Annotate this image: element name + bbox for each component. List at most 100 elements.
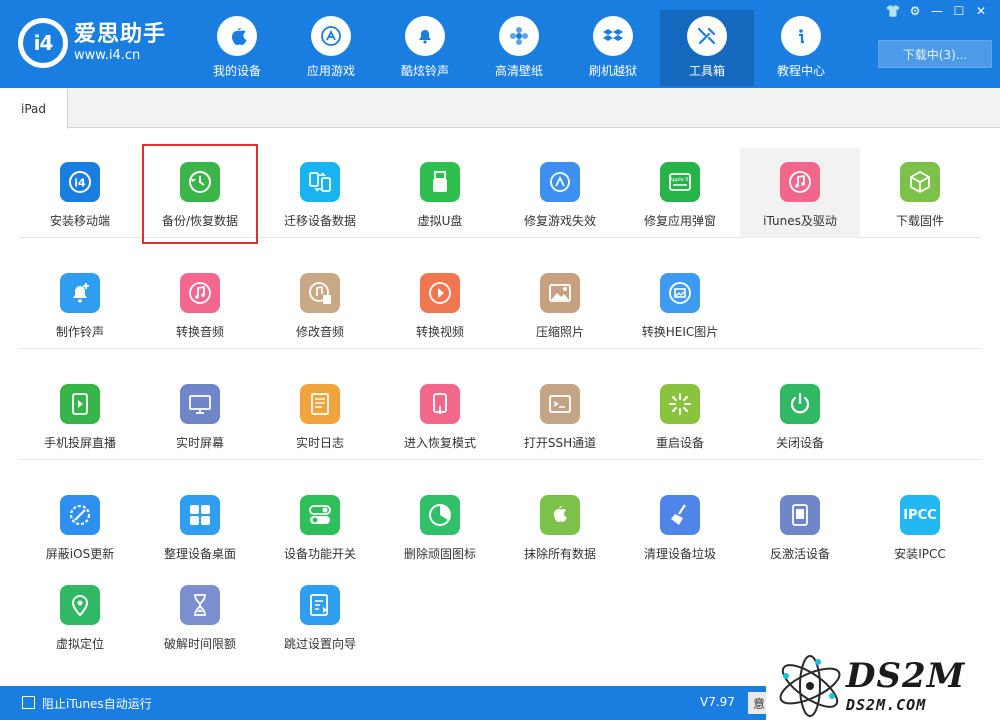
tool-hourglass-button[interactable]: 破解时间限额 [140,571,260,661]
tool-bell-plus-button[interactable]: 制作铃声 [20,259,140,349]
tool-backup-restore-button[interactable]: 备份/恢复数据 [140,144,260,244]
photo-icon [540,273,580,313]
tool-music-edit-button[interactable]: 修改音频 [260,259,380,349]
tool-label: 安装IPCC [894,547,946,561]
block-itunes-label[interactable]: 阻止iTunes自动运行 [42,695,152,712]
tool-label: 压缩照片 [535,325,584,339]
flower-icon [499,16,539,56]
nav-item-label: 教程中心 [776,64,825,78]
svg-text:i4: i4 [74,177,86,190]
tool-video-play-button[interactable]: 转换视频 [380,259,500,349]
tool-block-update-button[interactable]: 屏蔽iOS更新 [20,481,140,571]
tool-apple-erase-button[interactable]: 抹除所有数据 [500,481,620,571]
settings-icon[interactable]: ⚙ [904,2,926,20]
tool-i4-app-button[interactable]: i4 安装移动端 [20,148,140,238]
tool-label: 清理设备垃圾 [643,547,716,561]
restart-icon [660,384,700,424]
tool-repair-app-button[interactable]: 修复游戏失效 [500,148,620,238]
nav-item-label: 刷机越狱 [588,64,637,78]
app-url: www.i4.cn [74,48,141,63]
power-icon [780,384,820,424]
nav-item-3[interactable]: 高清壁纸 [472,10,566,86]
apple-erase-icon [540,495,580,535]
logo-badge-icon: i4 [18,18,68,68]
app-name: 爱思助手 [74,22,167,47]
tool-row: i4 安装移动端 备份/恢复数据 迁移设备数据 虚拟U盘 修复游戏失效 Apple ID 修复… [20,144,980,244]
tool-grid-button[interactable]: 整理设备桌面 [140,481,260,571]
ssh-terminal-icon [540,384,580,424]
tool-label: 跳过设置向导 [283,637,356,651]
tool-power-button[interactable]: 关闭设备 [740,370,860,460]
download-status-button[interactable]: 下载中(3)... [878,40,992,68]
tool-itunes-button[interactable]: iTunes及驱动 [740,148,860,238]
tool-location-pin-button[interactable]: 虚拟定位 [20,571,140,661]
watermark: DS2M DS2M.COM [766,652,1000,720]
tool-label: 进入恢复模式 [403,436,476,450]
skip-setup-icon [300,585,340,625]
tool-deactivate-button[interactable]: 反激活设备 [740,481,860,571]
tool-photo-button[interactable]: 压缩照片 [500,259,620,349]
atom-logo-icon [779,655,841,717]
tool-label: 设备功能开关 [283,547,356,561]
tools-icon [687,16,727,56]
tool-restart-button[interactable]: 重启设备 [620,370,740,460]
nav-item-0[interactable]: 我的设备 [190,10,284,86]
tool-monitor-button[interactable]: 实时屏幕 [140,370,260,460]
block-update-icon [60,495,100,535]
tool-label: 抹除所有数据 [523,547,596,561]
tab-ipad[interactable]: iPad [0,88,68,129]
tool-screen-cast-button[interactable]: 手机投屏直播 [20,370,140,460]
tool-music-button[interactable]: 转换音频 [140,259,260,349]
close-icon[interactable]: ✕ [970,2,992,20]
tool-label: 制作铃声 [55,325,104,339]
tool-skip-setup-button[interactable]: 跳过设置向导 [260,571,380,661]
tool-cube-button[interactable]: 下载固件 [860,148,980,238]
tool-heic-photo-button[interactable]: 转换HEIC图片 [620,259,740,349]
nav-item-4[interactable]: 刷机越狱 [566,10,660,86]
tool-label: 重启设备 [655,436,704,450]
skin-icon[interactable]: 👕 [882,2,904,20]
tool-row: 虚拟定位 破解时间限额 跳过设置向导 [20,571,980,661]
i4-app-icon: i4 [60,162,100,202]
tool-label: 实时日志 [295,436,344,450]
usb-drive-icon [420,162,460,202]
tool-log-button[interactable]: 实时日志 [260,370,380,460]
nav-item-2[interactable]: 酷炫铃声 [378,10,472,86]
nav-item-5[interactable]: 工具箱 [660,10,754,86]
logo-text: 爱思助手 www.i4.cn [74,22,166,64]
block-itunes-checkbox[interactable] [22,696,35,709]
main-nav: 我的设备 应用游戏 酷炫铃声 高清壁纸 刷机越狱 工具箱 教程中心 [190,10,848,86]
toolbox-grid: i4 安装移动端 备份/恢复数据 迁移设备数据 虚拟U盘 修复游戏失效 Apple ID 修复… [20,144,980,661]
tool-pie-button[interactable]: 删除顽固图标 [380,481,500,571]
hourglass-icon [180,585,220,625]
tool-label: 反激活设备 [769,547,830,561]
tool-recovery-mode-button[interactable]: 进入恢复模式 [380,370,500,460]
nav-item-label: 我的设备 [212,64,261,78]
tool-migrate-data-button[interactable]: 迁移设备数据 [260,148,380,238]
minimize-icon[interactable]: — [926,2,948,20]
tool-label: 转换视频 [415,325,464,339]
tool-ipcc-button[interactable]: IPCC 安装IPCC [860,481,980,571]
app-logo[interactable]: i4 爱思助手 www.i4.cn [18,18,166,68]
broom-icon [660,495,700,535]
tool-apple-id-button[interactable]: Apple ID 修复应用弹窗 [620,148,740,238]
cube-icon [900,162,940,202]
tool-usb-drive-button[interactable]: 虚拟U盘 [380,148,500,238]
nav-item-6[interactable]: 教程中心 [754,10,848,86]
top-header: i4 爱思助手 www.i4.cn 我的设备 应用游戏 酷炫铃声 高清壁纸 刷机越狱 工具… [0,0,1000,88]
tool-toggle-button[interactable]: 设备功能开关 [260,481,380,571]
log-icon [300,384,340,424]
toggle-icon [300,495,340,535]
maximize-icon[interactable]: ☐ [948,2,970,20]
apple-id-icon: Apple ID [660,162,700,202]
tool-broom-button[interactable]: 清理设备垃圾 [620,481,740,571]
migrate-data-icon [300,162,340,202]
tool-label: 实时屏幕 [175,436,224,450]
version-label: V7.97 [700,695,735,709]
tool-ssh-terminal-button[interactable]: 打开SSH通道 [500,370,620,460]
dropbox-icon [593,16,633,56]
music-icon [180,273,220,313]
nav-item-label: 工具箱 [688,64,725,78]
tool-label: 修复游戏失效 [523,214,596,228]
nav-item-1[interactable]: 应用游戏 [284,10,378,86]
